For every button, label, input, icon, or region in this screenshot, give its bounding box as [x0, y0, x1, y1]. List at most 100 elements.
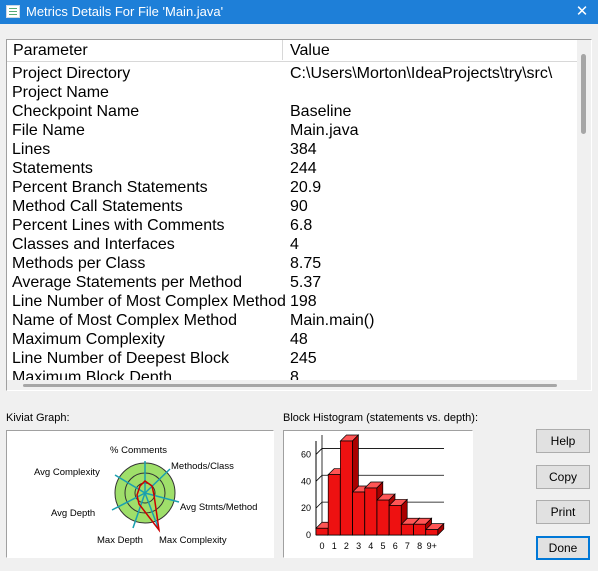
row-value: 198 — [290, 293, 317, 310]
copy-button[interactable]: Copy — [536, 465, 590, 489]
histogram-x-tick: 1 — [332, 541, 337, 551]
histogram-x-tick: 7 — [405, 541, 410, 551]
table-row[interactable]: Lines 384 — [7, 140, 579, 159]
histogram-x-tick: 4 — [368, 541, 373, 551]
row-parameter: Line Number of Deepest Block — [12, 350, 229, 367]
row-value: 5.37 — [290, 274, 322, 291]
row-parameter: Project Name — [12, 84, 109, 101]
histogram-x-tick: 6 — [393, 541, 398, 551]
table-row[interactable]: Line Number of Most Complex Method 198 — [7, 292, 579, 311]
row-value: 244 — [290, 160, 317, 177]
kiviat-axis-max-depth: Max Depth — [97, 535, 143, 546]
table-row[interactable]: Checkpoint Name Baseline — [7, 102, 579, 121]
row-value: 384 — [290, 141, 317, 158]
histogram-bar — [364, 487, 378, 536]
table-row[interactable]: File Name Main.java — [7, 121, 579, 140]
kiviat-graph-panel: % Comments Methods/Class Avg Stmts/Metho… — [6, 430, 274, 558]
horizontal-scroll-thumb[interactable] — [23, 384, 557, 387]
kiviat-axis-avg-stmts: Avg Stmts/Method — [180, 502, 257, 513]
histogram-bar — [425, 529, 439, 536]
histogram-y-tick: 40 — [301, 476, 311, 486]
metrics-rows: Project Directory C:\Users\Morton\IdeaPro… — [7, 64, 579, 387]
histogram-x-tick: 9+ — [427, 541, 437, 551]
done-button[interactable]: Done — [536, 536, 590, 560]
row-value: Baseline — [290, 103, 352, 120]
histogram-bar — [340, 440, 353, 536]
table-row[interactable]: Name of Most Complex Method Main.main() — [7, 311, 579, 330]
kiviat-graph: % Comments Methods/Class Avg Stmts/Metho… — [34, 445, 257, 546]
histogram-x-tick: 5 — [380, 541, 385, 551]
row-parameter: Methods per Class — [12, 255, 146, 272]
histogram-x-tick: 3 — [356, 541, 361, 551]
histogram-x-tick: 0 — [319, 541, 324, 551]
kiviat-axis-methods-class: Methods/Class — [171, 461, 234, 472]
vertical-scrollbar[interactable] — [577, 40, 591, 380]
histogram-bar — [352, 491, 365, 536]
row-value: 90 — [290, 198, 308, 215]
print-button[interactable]: Print — [536, 500, 590, 524]
row-parameter: Name of Most Complex Method — [12, 312, 237, 329]
row-parameter: Project Directory — [12, 65, 131, 82]
title-bar: Metrics Details For File 'Main.java' ✕ — [0, 0, 598, 24]
app-icon — [6, 5, 20, 18]
kiviat-axis-comments: % Comments — [110, 445, 167, 456]
histogram-x-tick: 2 — [344, 541, 349, 551]
row-parameter: Percent Lines with Comments — [12, 217, 225, 234]
kiviat-graph-label: Kiviat Graph: — [6, 412, 70, 424]
column-header-parameter[interactable]: Parameter — [7, 40, 283, 60]
row-parameter: Classes and Interfaces — [12, 236, 175, 253]
kiviat-axis-avg-depth: Avg Depth — [51, 508, 95, 519]
row-value: 8.75 — [290, 255, 322, 272]
histogram-y-tick: 0 — [306, 530, 311, 540]
histogram-bar — [327, 474, 341, 536]
block-histogram: 60402000 1 2 3 4 5 6 7 8 9+ — [301, 434, 445, 551]
table-row[interactable]: Project Directory C:\Users\Morton\IdeaPro… — [7, 64, 579, 83]
histogram-label: Block Histogram (statements vs. depth): — [283, 412, 479, 424]
histogram-gridline-depth — [315, 475, 323, 482]
window-title: Metrics Details For File 'Main.java' — [26, 4, 224, 19]
histogram-y-tick: 60 — [301, 449, 311, 459]
table-row[interactable]: Line Number of Deepest Block 245 — [7, 349, 579, 368]
histogram-panel: 60 40 20 0 0 1 2 3 4 5 6 7 8 9+ — [283, 430, 473, 558]
table-row[interactable]: Percent Branch Statements 20.9 — [7, 178, 579, 197]
row-value: 4 — [290, 236, 299, 253]
row-parameter: Method Call Statements — [12, 198, 183, 215]
table-row[interactable]: Methods per Class 8.75 — [7, 254, 579, 273]
histogram-bar — [401, 523, 414, 536]
list-header: Parameter Value — [7, 40, 579, 62]
row-value: 20.9 — [290, 179, 322, 196]
table-row[interactable]: Project Name — [7, 83, 579, 102]
row-parameter: File Name — [12, 122, 85, 139]
row-parameter: Percent Branch Statements — [12, 179, 208, 196]
row-parameter: Maximum Complexity — [12, 331, 165, 348]
histogram-bar — [388, 505, 402, 536]
column-header-value[interactable]: Value — [284, 40, 579, 60]
table-row[interactable]: Percent Lines with Comments 6.8 — [7, 216, 579, 235]
row-value: Main.java — [290, 122, 359, 139]
row-parameter: Line Number of Most Complex Method — [12, 293, 286, 310]
table-row[interactable]: Classes and Interfaces 4 — [7, 235, 579, 254]
close-button[interactable]: ✕ — [566, 0, 598, 24]
row-parameter: Lines — [12, 141, 51, 158]
metrics-list[interactable]: Parameter Value Project Directory C:\User… — [6, 39, 592, 391]
table-row[interactable]: Maximum Complexity 48 — [7, 330, 579, 349]
kiviat-axis-avg-complexity: Avg Complexity — [34, 467, 100, 478]
help-button[interactable]: Help — [536, 429, 590, 453]
row-parameter: Statements — [12, 160, 93, 177]
row-value: Main.main() — [290, 312, 375, 329]
table-row[interactable]: Statements 244 — [7, 159, 579, 178]
vertical-scroll-thumb[interactable] — [581, 54, 586, 134]
table-row[interactable]: Average Statements per Method 5.37 — [7, 273, 579, 292]
row-value: 48 — [290, 331, 308, 348]
kiviat-axis-max-complexity: Max Complexity — [159, 535, 227, 546]
row-value: C:\Users\Morton\IdeaProjects\try\src\ — [290, 65, 553, 82]
histogram-gridline-depth — [315, 448, 323, 455]
table-row[interactable]: Method Call Statements 90 — [7, 197, 579, 216]
histogram-bar — [376, 499, 390, 536]
row-parameter: Average Statements per Method — [12, 274, 243, 291]
row-value: 6.8 — [290, 217, 313, 234]
histogram-y-tick: 20 — [301, 503, 311, 513]
histogram-gridline-depth — [315, 501, 323, 509]
horizontal-scrollbar[interactable] — [7, 380, 591, 390]
histogram-x-tick: 8 — [417, 541, 422, 551]
